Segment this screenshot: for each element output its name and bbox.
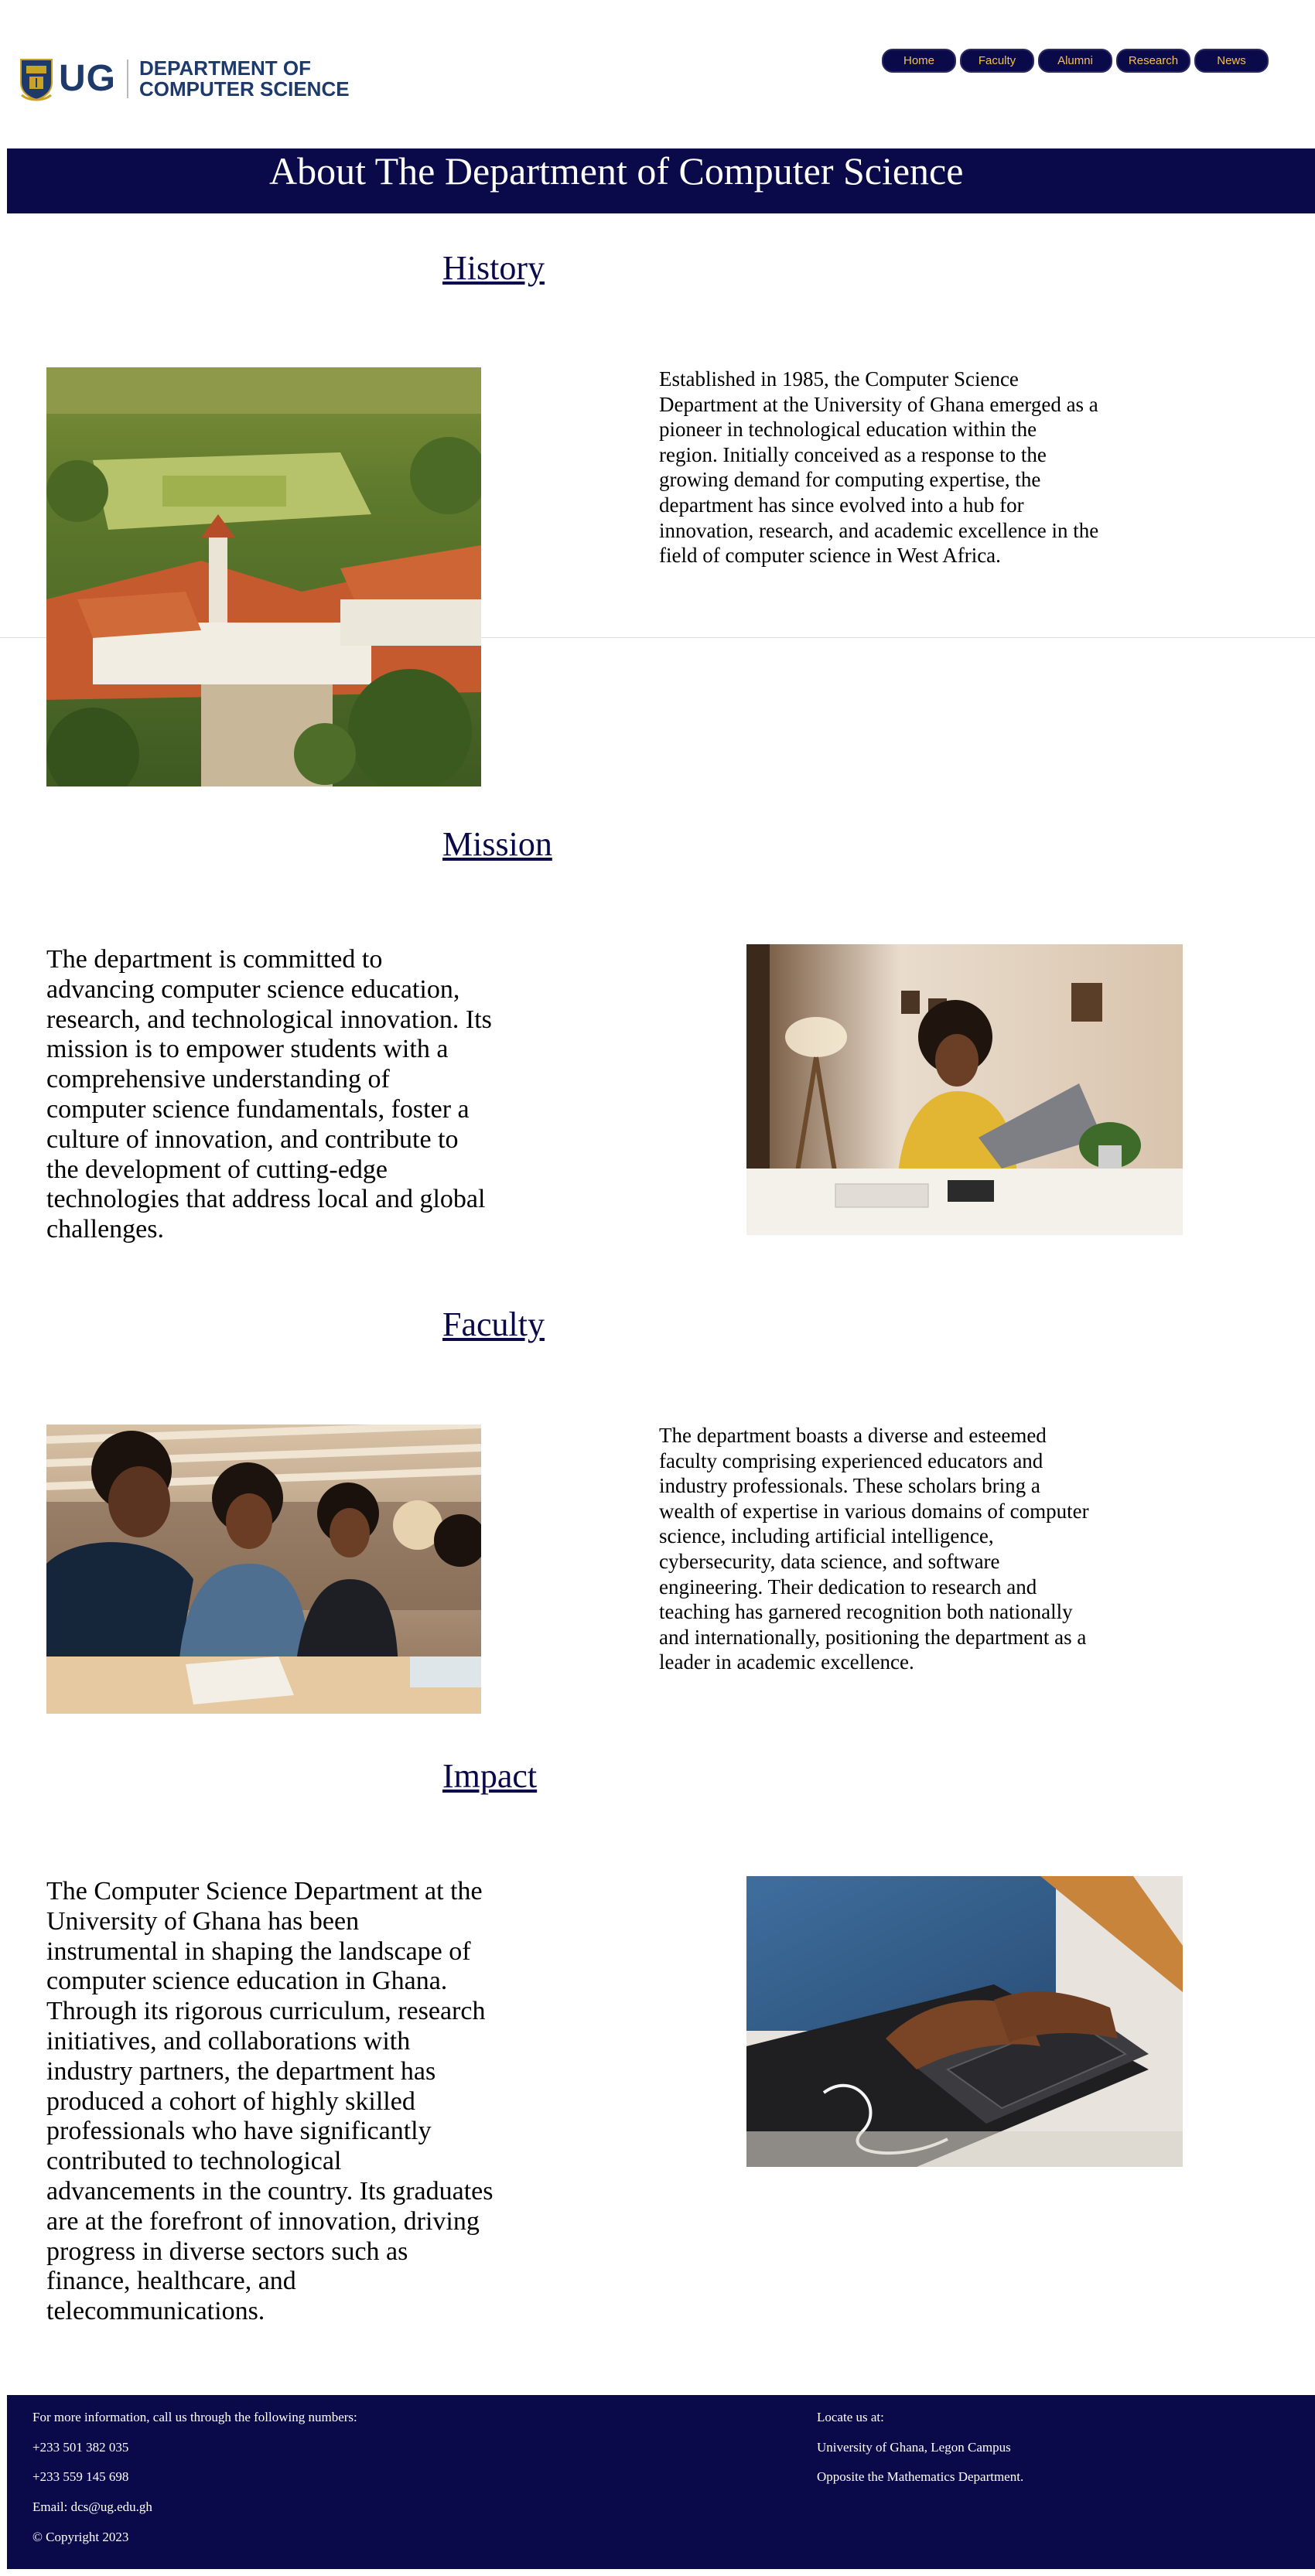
faculty-heading[interactable]: Faculty	[442, 1305, 545, 1344]
mission-heading[interactable]: Mission	[442, 825, 552, 864]
footer-locate-heading: Locate us at:	[817, 2410, 884, 2424]
site-footer: For more information, call us through th…	[7, 2395, 1315, 2569]
footer-copyright: © Copyright 2023	[32, 2530, 129, 2544]
nav-news-button[interactable]: News	[1194, 49, 1269, 73]
nav-faculty-button[interactable]: Faculty	[960, 49, 1034, 73]
faculty-students-image	[46, 1424, 481, 1714]
impact-text: The Computer Science Department at the U…	[46, 1877, 494, 2326]
page-title: About The Department of Computer Science	[269, 149, 964, 193]
footer-phone-1[interactable]: +233 501 382 035	[32, 2440, 128, 2455]
history-text: Established in 1985, the Computer Scienc…	[659, 367, 1099, 568]
footer-info-heading: For more information, call us through th…	[32, 2410, 357, 2424]
main-nav: Home Faculty Alumni Research News	[882, 49, 1269, 73]
logo-dept-line1: DEPARTMENT OF	[139, 56, 311, 80]
logo-department-name: DEPARTMENT OF COMPUTER SCIENCE	[139, 58, 350, 100]
footer-phone-2[interactable]: +233 559 145 698	[32, 2469, 128, 2485]
mission-student-image	[746, 944, 1183, 1235]
page-banner: About The Department of Computer Science	[7, 148, 1315, 213]
logo-dept-line2: COMPUTER SCIENCE	[139, 77, 350, 101]
impact-typing-image	[746, 1876, 1183, 2167]
mission-text: The department is committed to advancing…	[46, 945, 492, 1244]
nav-alumni-button[interactable]: Alumni	[1038, 49, 1112, 73]
logo-divider	[127, 60, 128, 98]
history-heading[interactable]: History	[442, 249, 545, 288]
impact-heading[interactable]: Impact	[442, 1757, 537, 1796]
faculty-text: The department boasts a diverse and este…	[659, 1424, 1089, 1674]
logo-ug-text: UG	[59, 58, 116, 99]
university-crest-icon	[19, 56, 54, 101]
site-logo[interactable]: UG DEPARTMENT OF COMPUTER SCIENCE	[19, 56, 350, 102]
footer-address-line1: University of Ghana, Legon Campus	[817, 2440, 1011, 2455]
footer-address-line2: Opposite the Mathematics Department.	[817, 2469, 1024, 2484]
footer-email[interactable]: Email: dcs@ug.edu.gh	[32, 2499, 152, 2515]
nav-home-button[interactable]: Home	[882, 49, 956, 73]
history-campus-image	[46, 367, 481, 786]
nav-research-button[interactable]: Research	[1116, 49, 1190, 73]
